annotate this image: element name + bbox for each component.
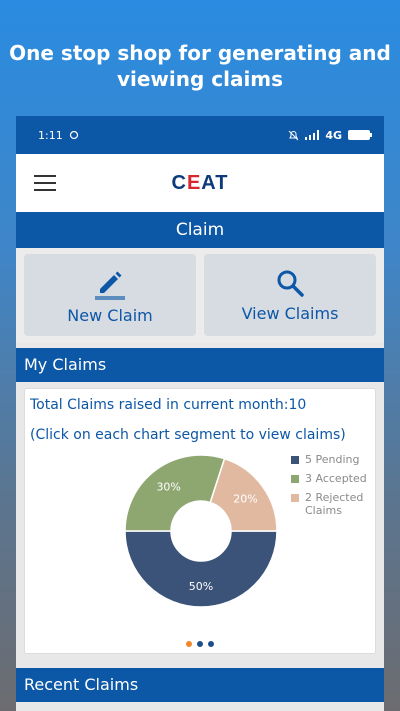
chart-hint-text: (Click on each chart segment to view cla…	[30, 427, 346, 443]
recent-claims-header: Recent Claims	[16, 668, 384, 702]
ceat-logo: CEAT	[171, 171, 229, 194]
legend-label: 2 Rejected Claims	[305, 491, 364, 517]
pencil-icon	[95, 271, 125, 300]
promo-line-1: One stop shop for generating and	[9, 41, 391, 65]
slice-label-accepted: 30%	[156, 481, 180, 494]
legend-label: 3 Accepted	[305, 472, 367, 485]
new-claim-label: New Claim	[67, 305, 153, 325]
legend-label: 5 Pending	[305, 453, 360, 466]
promo-caption: One stop shop for generating and viewing…	[0, 40, 400, 92]
claim-actions: New Claim View Claims	[16, 248, 384, 342]
view-claims-button[interactable]: View Claims	[204, 254, 376, 336]
network-type: 4G	[325, 128, 342, 142]
battery-icon	[348, 130, 372, 140]
pager-dot[interactable]	[197, 641, 203, 647]
legend-item-pending[interactable]: 5 Pending	[291, 453, 381, 466]
status-bar: 1:11 4G	[16, 116, 384, 154]
total-claims-text: Total Claims raised in current month:10	[30, 397, 307, 413]
slice-label-rejected: 20%	[233, 493, 257, 506]
legend-swatch	[291, 475, 299, 483]
slice-label-pending: 50%	[189, 580, 213, 593]
pager-dots	[25, 641, 375, 647]
claim-header: Claim	[16, 212, 384, 248]
pager-dot[interactable]	[208, 641, 214, 647]
claims-donut-chart: 50% 30% 20%	[124, 454, 278, 608]
legend-item-rejected[interactable]: 2 Rejected Claims	[291, 491, 381, 517]
legend-swatch	[291, 456, 299, 464]
legend-item-accepted[interactable]: 3 Accepted	[291, 472, 381, 485]
status-time: 1:11	[38, 128, 63, 142]
donut-slice-pending[interactable]	[124, 530, 278, 608]
signal-icon	[305, 130, 320, 140]
view-claims-label: View Claims	[241, 303, 339, 323]
new-claim-button[interactable]: New Claim	[24, 254, 196, 336]
legend-swatch	[291, 494, 299, 502]
phone-screen: 1:11 4G CEAT Claim New Claim View Claims…	[16, 116, 384, 711]
app-bar: CEAT	[16, 154, 384, 212]
mute-icon	[288, 130, 299, 140]
search-icon	[277, 270, 304, 297]
promo-line-2: viewing claims	[116, 67, 284, 91]
my-claims-card: Total Claims raised in current month:10 …	[24, 388, 376, 654]
pager-dot[interactable]	[186, 641, 192, 647]
my-claims-header: My Claims	[16, 348, 384, 382]
chart-legend: 5 Pending 3 Accepted 2 Rejected Claims	[291, 453, 381, 523]
sync-icon	[69, 130, 78, 140]
